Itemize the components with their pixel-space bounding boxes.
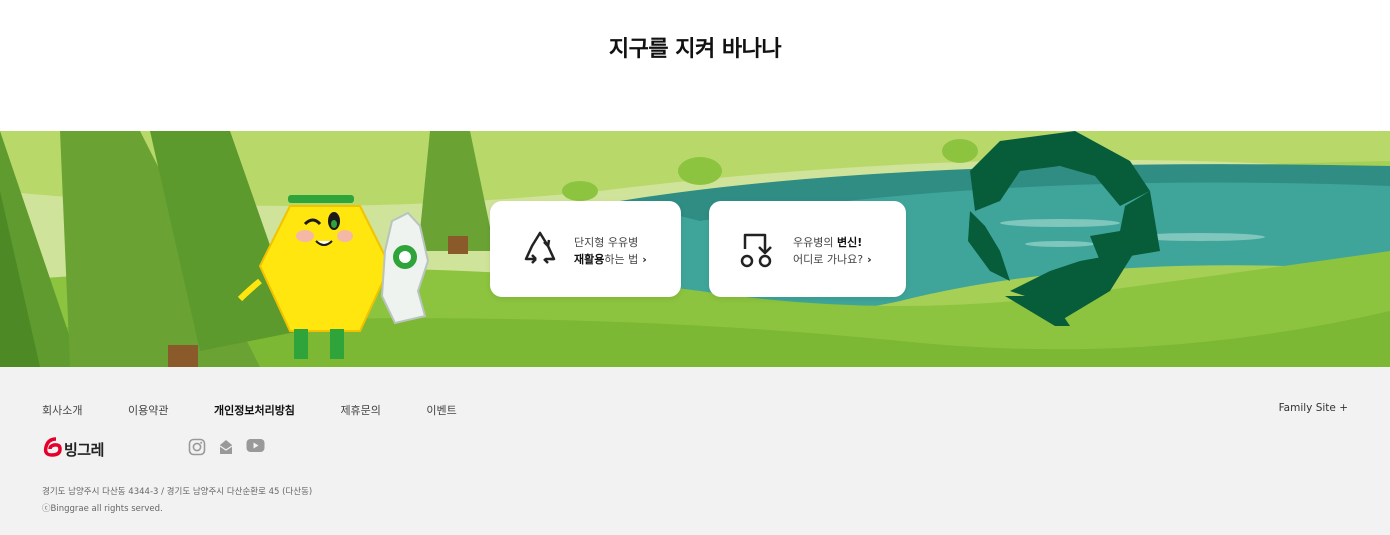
recycle-icon (524, 231, 556, 264)
chevron-right-icon: › (642, 253, 647, 266)
footer-link-terms[interactable]: 이용약관 (128, 404, 168, 417)
footer-link-event[interactable]: 이벤트 (426, 404, 456, 417)
mail-icon[interactable] (218, 438, 234, 456)
title-section: 지구를 지켜 바나나 (0, 0, 1390, 131)
card-line1: 우유병의 (793, 236, 837, 249)
card-text: 단지형 우유병 재활용하는 법 › (574, 234, 647, 268)
brand-logo-text: 빙그레 (64, 441, 104, 459)
recycling-guide-card[interactable]: 단지형 우유병 재활용하는 법 › (490, 201, 681, 297)
company-address: 경기도 남양주시 다산동 4344-3 / 경기도 남양주시 다산순환로 45 … (42, 487, 313, 497)
chevron-right-icon: › (867, 253, 872, 266)
footer-info: 경기도 남양주시 다산동 4344-3 / 경기도 남양주시 다산순환로 45 … (42, 484, 312, 518)
card-text: 우유병의 변신! 어디로 가나요? › (793, 234, 872, 268)
instagram-icon[interactable] (188, 438, 206, 456)
card-line2: 어디로 가나요? (793, 253, 864, 266)
card-bold: 재활용 (574, 253, 605, 266)
footer-link-privacy[interactable]: 개인정보처리방침 (214, 404, 295, 417)
family-site-dropdown[interactable]: Family Site + (1279, 402, 1348, 414)
binggrae-logo-icon (43, 437, 62, 457)
page-title: 지구를 지켜 바나나 (608, 37, 782, 62)
footer-link-partnership[interactable]: 제휴문의 (340, 404, 380, 417)
card-line2: 하는 법 (604, 253, 639, 266)
hero-illustration (0, 131, 1390, 367)
card-bold: 변신! (836, 236, 863, 249)
footer-nav: 회사소개 이용약관 개인정보처리방침 제휴문의 이벤트 (42, 402, 499, 418)
hero-banner: 단지형 우유병 재활용하는 법 › 우유병의 변신! 어디로 가나요? › (0, 131, 1390, 367)
bottle-transform-card[interactable]: 우유병의 변신! 어디로 가나요? › (709, 201, 906, 297)
youtube-icon[interactable] (246, 438, 265, 454)
footer-link-company[interactable]: 회사소개 (42, 404, 82, 417)
copyright: ⓒBinggrae all rights served. (42, 504, 163, 514)
footer: 회사소개 이용약관 개인정보처리방침 제휴문의 이벤트 Family Site … (0, 367, 1390, 535)
card-line1: 단지형 우유병 (574, 236, 639, 249)
bottle-transform-icon (740, 233, 772, 268)
